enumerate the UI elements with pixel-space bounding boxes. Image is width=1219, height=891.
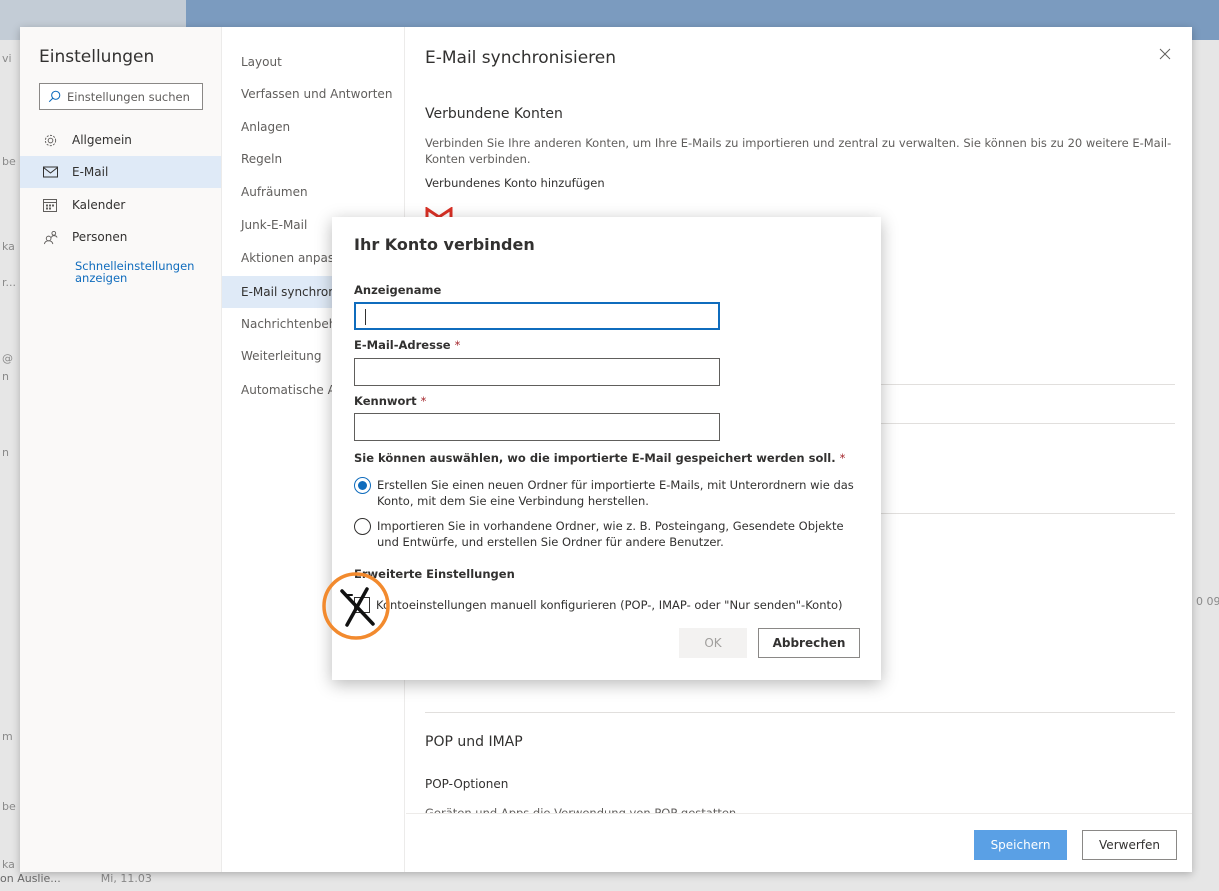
- option-existing-folders[interactable]: Importieren Sie in vorhandene Ordner, wi…: [354, 518, 864, 550]
- option-new-folder[interactable]: Erstellen Sie einen neuen Ordner für imp…: [354, 477, 864, 509]
- save-button[interactable]: Speichern: [974, 830, 1067, 860]
- submenu-item-attachments[interactable]: Anlagen: [222, 111, 404, 143]
- nav-item-label: Kalender: [72, 198, 126, 212]
- dialog-title: Ihr Konto verbinden: [354, 235, 535, 254]
- people-icon: [42, 229, 58, 245]
- folder-question: Sie können auswählen, wo die importierte…: [354, 451, 845, 465]
- background-fragment: be: [2, 155, 16, 168]
- section-divider: [425, 712, 1175, 713]
- password-label: Kennwort: [354, 394, 417, 408]
- background-fragment: @: [2, 352, 13, 365]
- discard-button[interactable]: Verwerfen: [1082, 830, 1177, 860]
- required-mark: *: [839, 451, 846, 465]
- nav-item-email[interactable]: E-Mail: [20, 156, 221, 188]
- nav-item-label: E-Mail: [72, 165, 109, 179]
- settings-footer: Speichern Verwerfen: [406, 813, 1192, 872]
- submenu-item-sweep[interactable]: Aufräumen: [222, 176, 404, 208]
- background-fragment: 0 09:1: [1196, 595, 1219, 608]
- background-fragment: be: [2, 800, 16, 813]
- calendar-icon: [42, 197, 58, 213]
- manual-config-label: Kontoeinstellungen manuell konfigurieren…: [376, 598, 843, 612]
- add-connected-account-label: Verbundenes Konto hinzufügen: [425, 176, 605, 190]
- cancel-button[interactable]: Abbrechen: [758, 628, 860, 658]
- quick-settings-link[interactable]: Schnelleinstellungen anzeigen: [75, 260, 215, 284]
- nav-item-kalender[interactable]: Kalender: [20, 189, 221, 221]
- ok-button[interactable]: OK: [679, 628, 747, 658]
- pop-imap-title: POP und IMAP: [425, 734, 523, 750]
- background-fragment: ka: [2, 240, 15, 253]
- background-message-row[interactable]: on Auslie... Mi, 11.03: [0, 872, 152, 885]
- connected-accounts-description: Verbinden Sie Ihre anderen Konten, um Ih…: [425, 136, 1172, 166]
- annotation-x-mark-icon: [322, 572, 390, 640]
- email-label: E-Mail-Adresse: [354, 338, 451, 352]
- nav-item-personen[interactable]: Personen: [20, 221, 221, 253]
- pop-allow-text: Geräten und Apps die Verwendung von POP …: [425, 806, 737, 813]
- connect-account-dialog: Ihr Konto verbinden Anzeigename E-Mail-A…: [332, 217, 881, 680]
- display-name-label: Anzeigename: [354, 283, 442, 297]
- background-message-sender: on Auslie...: [0, 872, 61, 885]
- password-label-wrap: Kennwort *: [354, 394, 426, 408]
- settings-sidebar: Einstellungen Einstellungen suchen Allge…: [20, 27, 222, 872]
- background-fragment: r...: [2, 276, 17, 289]
- option-existing-label: Importieren Sie in vorhandene Ordner, wi…: [377, 519, 844, 549]
- settings-search-input[interactable]: Einstellungen suchen: [39, 83, 203, 110]
- settings-title: Einstellungen: [39, 47, 155, 67]
- option-new-folder-label: Erstellen Sie einen neuen Ordner für imp…: [377, 478, 854, 508]
- mail-icon: [42, 164, 58, 180]
- folder-question-text: Sie können auswählen, wo die importierte…: [354, 451, 836, 465]
- background-fragment: vi: [2, 52, 12, 65]
- submenu-item-layout[interactable]: Layout: [222, 46, 404, 78]
- pop-options-label: POP-Optionen: [425, 777, 509, 791]
- email-label-wrap: E-Mail-Adresse *: [354, 338, 460, 352]
- radio-button[interactable]: [354, 518, 371, 535]
- nav-item-label: Allgemein: [72, 133, 132, 147]
- display-name-field[interactable]: [354, 302, 720, 330]
- search-placeholder: Einstellungen suchen: [67, 89, 190, 104]
- background-fragment: m: [2, 730, 13, 743]
- background-fragment: ka: [2, 858, 15, 871]
- nav-item-label: Personen: [72, 230, 128, 244]
- submenu-item-compose[interactable]: Verfassen und Antworten: [222, 78, 404, 110]
- email-field[interactable]: [354, 358, 720, 386]
- background-fragment: n: [2, 370, 9, 383]
- search-icon: [48, 90, 61, 103]
- required-mark: *: [420, 394, 427, 408]
- radio-button-selected[interactable]: [354, 477, 371, 494]
- connected-accounts-title: Verbundene Konten: [425, 106, 563, 122]
- close-icon[interactable]: [1157, 46, 1173, 62]
- background-fragment: n: [2, 446, 9, 459]
- required-mark: *: [454, 338, 461, 352]
- gear-icon: [42, 132, 58, 148]
- password-field[interactable]: [354, 413, 720, 441]
- submenu-item-rules[interactable]: Regeln: [222, 143, 404, 175]
- page-title: E-Mail synchronisieren: [425, 48, 617, 68]
- manual-config-option[interactable]: Kontoeinstellungen manuell konfigurieren…: [354, 597, 843, 613]
- text-cursor: [365, 309, 366, 325]
- nav-item-allgemein[interactable]: Allgemein: [20, 124, 221, 156]
- background-message-date: Mi, 11.03: [100, 872, 152, 885]
